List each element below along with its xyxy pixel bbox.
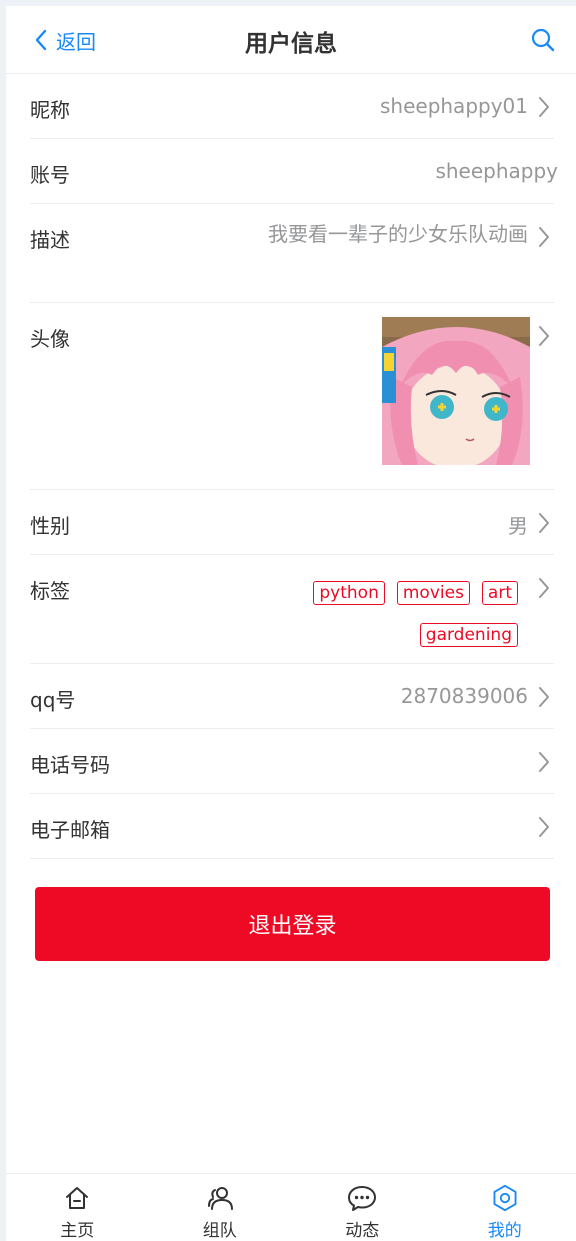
field-qq[interactable]: qq号 2870839006 [30,664,554,729]
field-tags[interactable]: 标签 python movies art gardening [30,555,554,664]
qq-label: qq号 [30,688,76,712]
phone-label: 电话号码 [30,753,110,777]
team-icon [207,1187,233,1210]
chevron-right-icon [539,578,549,598]
chat-icon [348,1186,377,1211]
tab-label: 组队 [202,1221,237,1241]
field-gender[interactable]: 性别 男 [30,490,554,555]
account-label: 账号 [30,163,70,187]
chevron-right-icon [539,752,549,772]
chevron-right-icon [539,326,549,346]
account-value: sheephappy [435,159,558,183]
avatar-image[interactable] [382,317,530,465]
field-account: 账号 sheephappy [30,139,558,204]
email-label: 电子邮箱 [30,818,110,842]
field-nickname[interactable]: 昵称 sheephappy01 [30,74,554,139]
tab-team[interactable]: 组队 [149,1174,292,1241]
tag-item: movies [396,581,470,605]
tab-home[interactable]: 主页 [6,1174,149,1241]
tag-item: art [481,581,518,605]
page-title: 用户信息 [245,31,337,57]
nickname-label: 昵称 [30,98,70,122]
tab-label: 我的 [487,1221,522,1241]
home-icon [66,1187,89,1209]
app-frame: 返回 用户信息 昵称 sheephappy01 账号 sheephappy 描述… [6,6,576,1241]
field-email[interactable]: 电子邮箱 [30,794,554,859]
search-button[interactable] [530,27,556,57]
tab-feed[interactable]: 动态 [291,1174,434,1241]
nickname-value: sheephappy01 [379,94,528,118]
tag-item: gardening [419,623,518,647]
field-description[interactable]: 描述 我要看一辈子的少女乐队动画 [30,204,554,303]
tag-list: python movies art gardening [288,581,518,647]
tab-label: 动态 [345,1221,380,1241]
chevron-right-icon [539,817,549,837]
avatar-label: 头像 [30,327,70,351]
gender-label: 性别 [30,514,70,538]
tag-item: python [313,581,385,605]
chevron-right-icon [539,513,549,533]
chevron-right-icon [539,227,549,247]
tab-mine[interactable]: 我的 [434,1174,576,1241]
tags-label: 标签 [30,579,70,603]
tab-bar: 主页 组队 动态 我的 [6,1173,576,1241]
gender-value: 男 [508,514,528,538]
settings-icon [493,1184,517,1212]
description-value: 我要看一辈子的少女乐队动画 [268,222,528,246]
qq-value: 2870839006 [400,684,528,708]
chevron-right-icon [539,687,549,707]
chevron-right-icon [539,97,549,117]
field-avatar[interactable]: 头像 [30,303,554,490]
tab-label: 主页 [60,1221,95,1241]
nav-bar: 返回 用户信息 [6,6,576,74]
field-phone[interactable]: 电话号码 [30,729,554,794]
description-label: 描述 [30,228,70,252]
logout-button[interactable]: 退出登录 [35,887,550,961]
search-icon [531,28,555,52]
